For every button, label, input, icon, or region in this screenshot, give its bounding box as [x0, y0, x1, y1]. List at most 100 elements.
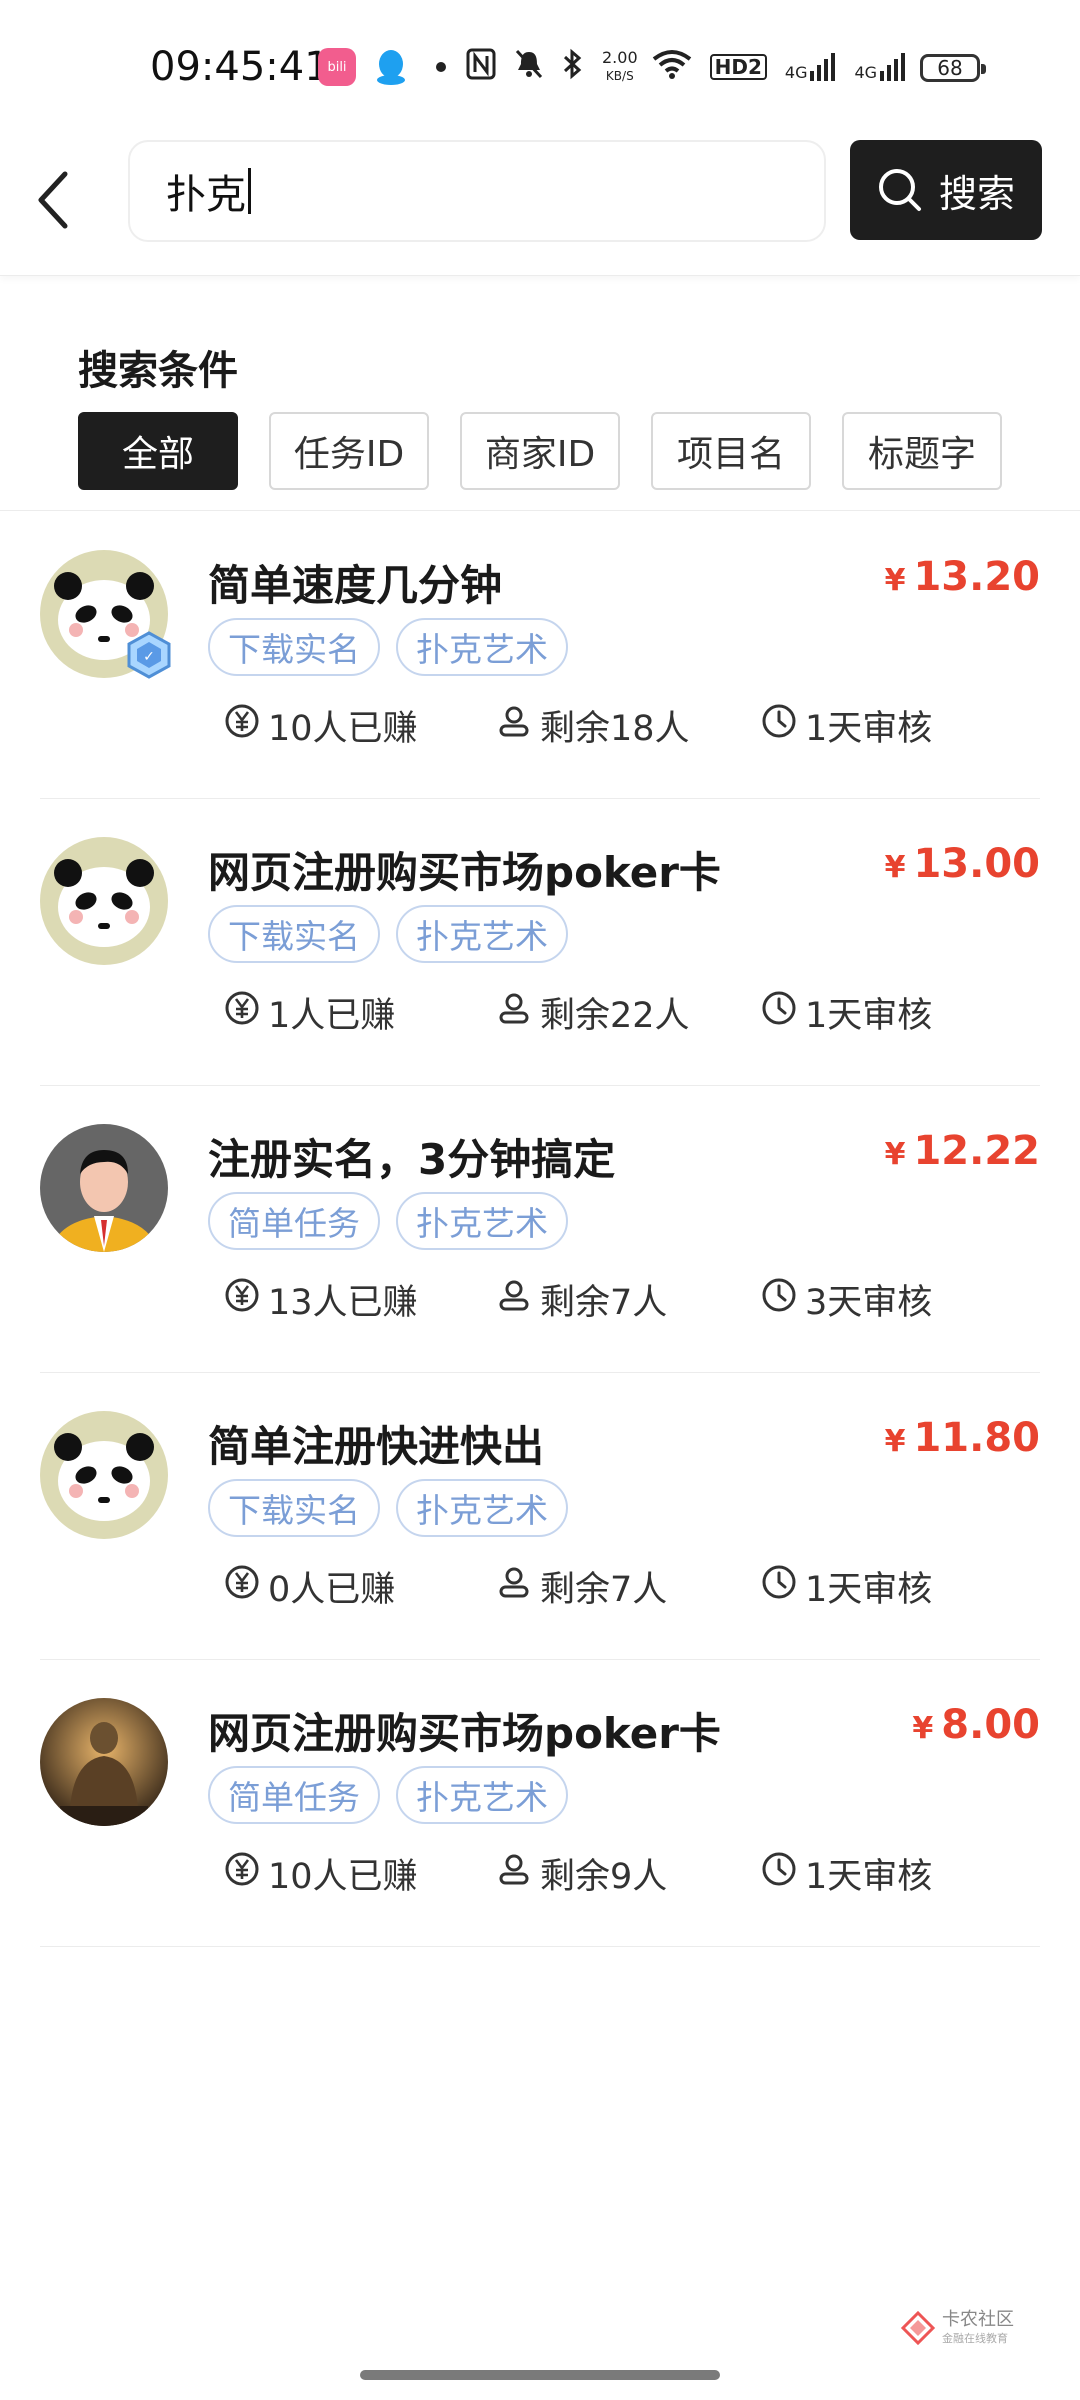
task-tag: 下载实名	[208, 618, 380, 676]
stat-remaining: 剩余7人	[496, 1274, 667, 1325]
review-time: 1天审核	[805, 1857, 933, 1897]
search-input[interactable]: 扑克	[128, 140, 826, 242]
task-list: ✓ 简单速度几分钟 ¥13.20 下载实名 扑克艺术 10人已赚 剩余18人 1天审核 网页注册…	[0, 512, 1080, 1947]
task-tag: 简单任务	[208, 1192, 380, 1250]
filter-chip-title-keyword[interactable]: 标题字	[842, 412, 1002, 490]
review-time: 1天审核	[805, 996, 933, 1036]
wifi-icon	[652, 49, 692, 85]
task-title: 网页注册购买市场poker卡	[208, 848, 721, 897]
filter-chip-project-name[interactable]: 项目名	[651, 412, 811, 490]
stat-earned: 13人已赚	[224, 1274, 418, 1325]
yen-coin-icon	[224, 1277, 268, 1322]
task-stats: 1人已赚 剩余22人 1天审核	[186, 987, 946, 1043]
stat-remaining: 剩余22人	[496, 987, 690, 1038]
earned-count: 10人已赚	[268, 709, 418, 749]
task-tag: 扑克艺术	[396, 1192, 568, 1250]
text-caret	[248, 168, 251, 214]
bilibili-app-icon: bili	[318, 48, 356, 86]
stat-earned: 1人已赚	[224, 987, 395, 1038]
task-stats: 13人已赚 剩余7人 3天审核	[186, 1274, 946, 1330]
merchant-avatar[interactable]	[40, 1411, 168, 1539]
status-time: 09:45:41	[150, 44, 330, 90]
task-tag: 扑克艺术	[396, 1766, 568, 1824]
search-header: 扑克 搜索	[0, 130, 1080, 276]
search-icon	[878, 169, 921, 211]
stat-remaining: 剩余18人	[496, 700, 690, 751]
clock-icon	[761, 703, 805, 748]
filter-chip-all[interactable]: 全部	[78, 412, 238, 490]
dot-icon	[436, 62, 446, 72]
task-tag: 扑克艺术	[396, 618, 568, 676]
earned-count: 10人已赚	[268, 1857, 418, 1897]
merchant-avatar[interactable]	[40, 1124, 168, 1252]
task-item[interactable]: ✓ 简单速度几分钟 ¥13.20 下载实名 扑克艺术 10人已赚 剩余18人 1天审核	[40, 512, 1040, 799]
divider	[0, 510, 1080, 511]
person-icon	[496, 1851, 540, 1896]
earned-count: 1人已赚	[268, 996, 396, 1036]
yen-coin-icon	[224, 990, 268, 1035]
kanong-logo-icon	[900, 2310, 936, 2346]
clock-icon	[761, 1277, 805, 1322]
search-button-label: 搜索	[938, 171, 1015, 216]
stat-earned: 10人已赚	[224, 700, 418, 751]
remaining-count: 剩余7人	[540, 1283, 668, 1323]
signal-label-2: 4G	[854, 63, 878, 82]
yen-coin-icon	[224, 703, 268, 748]
watermark-subtext: 金融在线教育	[942, 2332, 1008, 2345]
currency-symbol: ¥	[884, 850, 906, 885]
task-stats: 10人已赚 剩余9人 1天审核	[186, 1848, 946, 1904]
battery-level: 68	[937, 56, 963, 80]
remaining-count: 剩余18人	[540, 709, 690, 749]
task-title: 注册实名，3分钟搞定	[208, 1135, 616, 1184]
task-item[interactable]: 简单注册快进快出 ¥11.80 下载实名 扑克艺术 0人已赚 剩余7人 1天审核	[40, 1373, 1040, 1660]
search-input-value: 扑克	[166, 172, 246, 218]
review-time: 1天审核	[805, 1570, 933, 1610]
search-button[interactable]: 搜索	[850, 140, 1042, 240]
yen-coin-icon	[224, 1851, 268, 1896]
person-icon	[496, 1277, 540, 1322]
task-tag: 扑克艺术	[396, 905, 568, 963]
bluetooth-icon	[562, 48, 584, 86]
task-tag: 下载实名	[208, 1479, 380, 1537]
currency-symbol: ¥	[884, 563, 906, 598]
watermark: 卡农社区 金融在线教育	[900, 2310, 1014, 2346]
task-item[interactable]: 网页注册购买市场poker卡 ¥13.00 下载实名 扑克艺术 1人已赚 剩余22人 1天审…	[40, 799, 1040, 1086]
qq-app-icon	[372, 48, 410, 86]
review-time: 1天审核	[805, 709, 933, 749]
task-price-value: 8.00	[941, 1702, 1040, 1748]
task-tags: 下载实名 扑克艺术	[208, 1479, 584, 1537]
task-tags: 简单任务 扑克艺术	[208, 1192, 584, 1250]
person-icon	[496, 703, 540, 748]
task-item[interactable]: 注册实名，3分钟搞定 ¥12.22 简单任务 扑克艺术 13人已赚 剩余7人 3天审核	[40, 1086, 1040, 1373]
task-tags: 下载实名 扑克艺术	[208, 618, 584, 676]
home-indicator[interactable]	[360, 2370, 720, 2380]
filter-title: 搜索条件	[78, 348, 238, 394]
back-button[interactable]	[28, 160, 78, 240]
clock-icon	[761, 1564, 805, 1609]
person-icon	[496, 990, 540, 1035]
remaining-count: 剩余9人	[540, 1857, 668, 1897]
person-icon	[496, 1564, 540, 1609]
task-price: ¥8.00	[912, 1702, 1040, 1748]
currency-symbol: ¥	[884, 1137, 906, 1172]
net-speed: 2.00 KB/S	[602, 49, 638, 85]
stat-earned: 10人已赚	[224, 1848, 418, 1899]
merchant-avatar[interactable]	[40, 837, 168, 965]
task-title: 简单速度几分钟	[208, 561, 503, 610]
earned-count: 13人已赚	[268, 1283, 418, 1323]
task-tag: 简单任务	[208, 1766, 380, 1824]
filter-chip-merchant-id[interactable]: 商家ID	[460, 412, 620, 490]
battery-icon: 68	[920, 54, 986, 82]
stat-remaining: 剩余9人	[496, 1848, 667, 1899]
merchant-avatar[interactable]	[40, 1698, 168, 1826]
stat-review: 1天审核	[761, 700, 932, 751]
task-item[interactable]: 网页注册购买市场poker卡 ¥8.00 简单任务 扑克艺术 10人已赚 剩余9人 1天审核	[40, 1660, 1040, 1947]
filter-chip-task-id[interactable]: 任务ID	[269, 412, 429, 490]
stat-review: 1天审核	[761, 1848, 932, 1899]
task-title: 简单注册快进快出	[208, 1422, 545, 1471]
task-price-value: 13.00	[913, 841, 1040, 887]
task-tags: 下载实名 扑克艺术	[208, 905, 584, 963]
net-speed-value: 2.00	[602, 48, 638, 67]
clock-icon	[761, 1851, 805, 1896]
status-icons: bili 2.00 KB/S HD2 4G 4G	[318, 40, 924, 94]
